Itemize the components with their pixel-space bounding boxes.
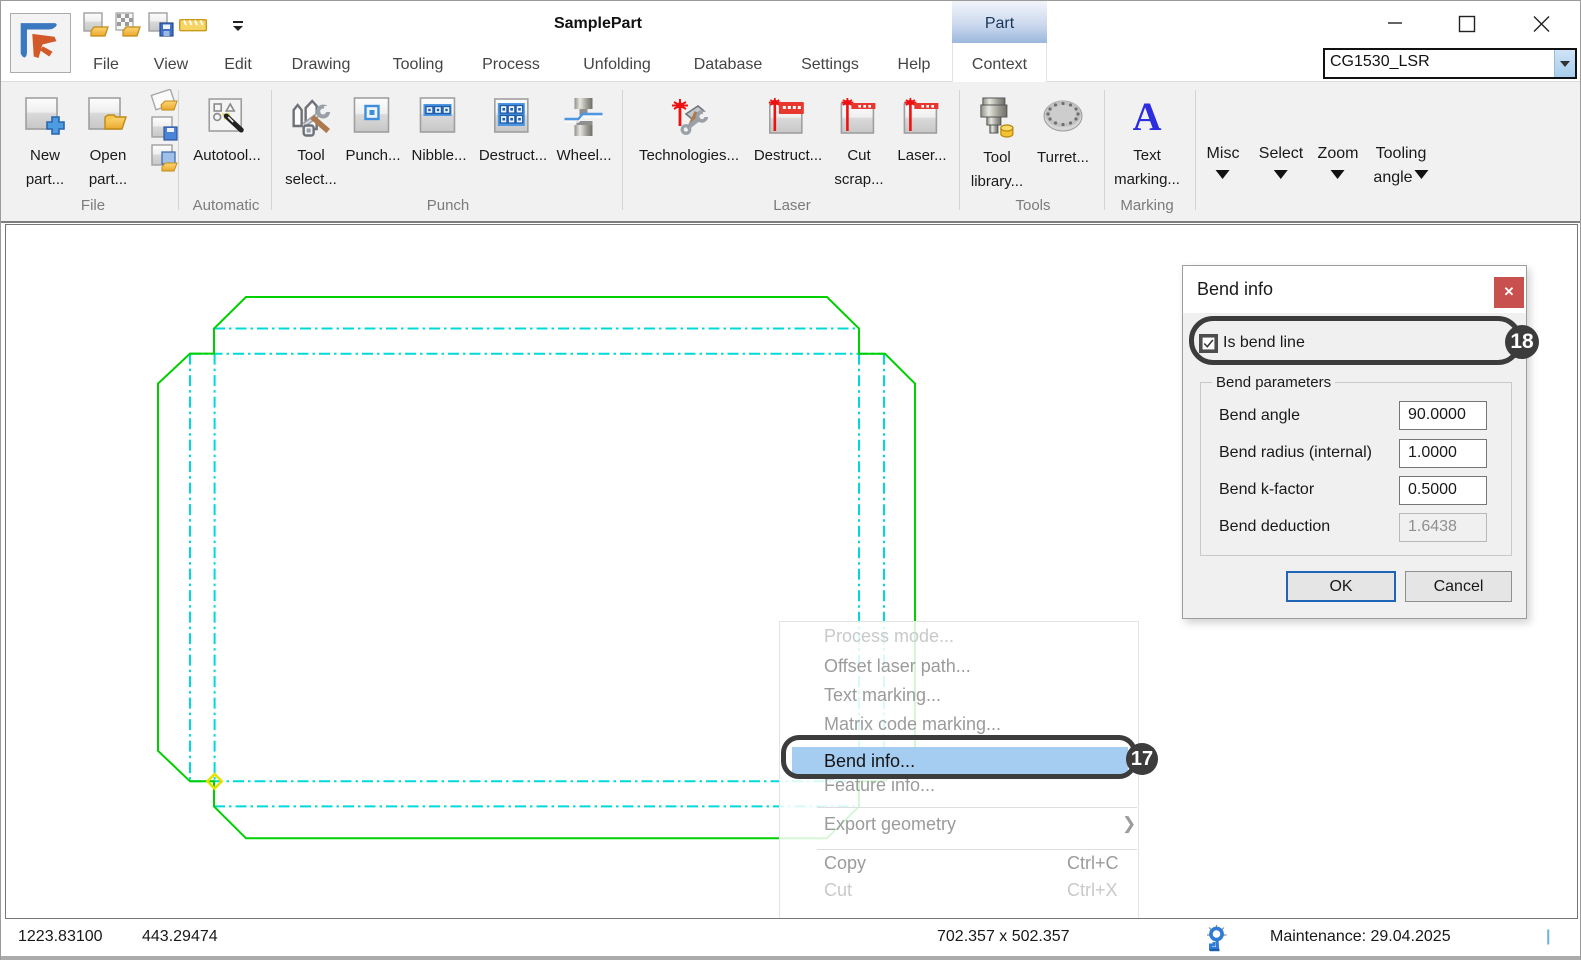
svg-text:A: A xyxy=(1133,97,1162,137)
